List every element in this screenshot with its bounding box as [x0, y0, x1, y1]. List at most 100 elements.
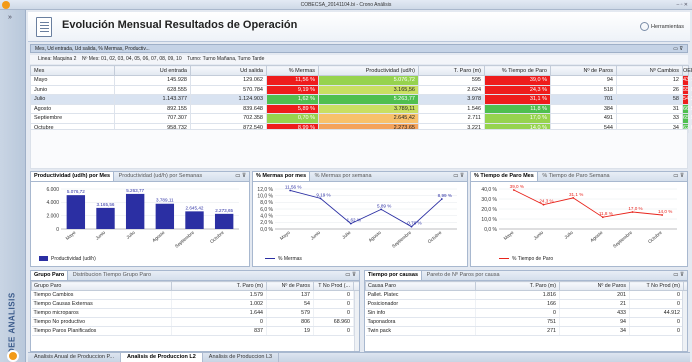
- sidebar-label: OEE ANALISIS: [7, 292, 17, 355]
- column-header[interactable]: T No Prod (...: [313, 281, 354, 291]
- data-point: [631, 211, 634, 213]
- y-tick-label: 40,0 %: [481, 187, 497, 193]
- panel-options-icon[interactable]: ▭ ⊽: [453, 172, 464, 181]
- column-header[interactable]: Ud entrada: [114, 65, 191, 76]
- linea-filter: Linea: Maquina 2: [38, 56, 77, 62]
- table-row[interactable]: Tiempo No productivo 0 806 68.960: [31, 317, 359, 327]
- panel-options-icon[interactable]: ▭ ⊽: [345, 271, 356, 280]
- data-label: 5.076,72: [67, 189, 85, 194]
- tab-mermas-mes[interactable]: % Mermas por mes: [253, 172, 311, 181]
- mermas-tabs: % Mermas por mes % Mermas por semana ▭ ⊽: [253, 172, 467, 182]
- bar: [66, 195, 86, 229]
- table-row[interactable]: Junio 628.555 570.784 9,19 % 3.165,56 2.624 24…: [30, 84, 692, 95]
- table-row[interactable]: Tiempo microparos 1.644 579 0: [31, 308, 359, 318]
- window-controls[interactable]: – ▫ ✕: [676, 0, 688, 10]
- table-cell: 2.624: [418, 84, 485, 95]
- column-header[interactable]: % Tiempo de Paro: [484, 65, 551, 76]
- tab-distribucion-grupo[interactable]: Distribucion Tiempo Grupo Paro: [70, 271, 154, 280]
- column-header[interactable]: Productividad (ud/h): [318, 65, 419, 76]
- causas-scrollbar[interactable]: [682, 291, 687, 351]
- panel-options-icon[interactable]: ▭ ⊽: [235, 172, 246, 181]
- left-sidebar: » OEE ANALISIS: [0, 10, 26, 362]
- mermas-line-chart: 12,0 %10,0 %8,0 %6,0 %4,0 %2,0 %0,0 % 11,…: [257, 184, 457, 249]
- legend-swatch: [39, 256, 48, 262]
- field-filter-bar[interactable]: Mes, Ud entrada, Ud salida, % Mermas, Pr…: [30, 44, 688, 53]
- tools-button[interactable]: Herramientas: [639, 22, 684, 31]
- table-cell: 0: [475, 308, 560, 318]
- table-cell: Tiempo Paros Planificados: [31, 326, 172, 336]
- doc-tab-l2[interactable]: Analisis de Produccion L2: [121, 353, 203, 362]
- collapse-chevron-icon[interactable]: »: [8, 14, 12, 21]
- doc-tab-l3[interactable]: Analisis de Produccion L3: [203, 353, 280, 362]
- header-spacer: [353, 281, 359, 291]
- table-row[interactable]: Posicionador 166 21 0: [365, 299, 687, 309]
- column-header[interactable]: Nº de Paros: [550, 65, 617, 76]
- panel-options-icon[interactable]: ▭ ⊽: [673, 271, 684, 280]
- tab-tiempo-causas[interactable]: Tiempo por causas: [365, 271, 423, 280]
- table-cell: Taponadora: [365, 317, 476, 327]
- tab-grupo-paro[interactable]: Grupo Paro: [31, 271, 69, 280]
- table-cell: 5,89 %: [266, 103, 319, 114]
- tab-pareto-causas[interactable]: Pareto de Nº Paros por causa: [424, 271, 503, 280]
- y-tick-label: 0,0 %: [484, 227, 497, 233]
- table-cell: 839.648: [190, 103, 267, 114]
- table-row[interactable]: Tiempo Causas Externas 1.002 54 0: [31, 299, 359, 309]
- table-cell: 39,0 %: [484, 75, 551, 86]
- column-header[interactable]: OEE: [682, 65, 692, 76]
- legend-swatch: [499, 257, 509, 260]
- column-header[interactable]: T. Paro (m): [475, 281, 560, 291]
- table-row[interactable]: Septiembre 707.307 702.358 0,70 % 2.645,42 2.…: [30, 113, 692, 124]
- report-header: Evolución Mensual Resultados de Operació…: [28, 12, 690, 42]
- y-tick-label: 0,0 %: [260, 227, 273, 233]
- table-cell: 271: [475, 326, 560, 336]
- table-cell: 1.644: [171, 308, 267, 318]
- panel-options-icon[interactable]: ▭ ⊽: [673, 172, 684, 181]
- table-row[interactable]: Taponadora 751 94 0: [365, 317, 687, 327]
- tab-mermas-semana[interactable]: % Mermas por semana: [312, 172, 375, 181]
- table-row[interactable]: Twin pack 271 34 0: [365, 326, 687, 336]
- table-row[interactable]: Pallet. Platec 1.816 201 0: [365, 290, 687, 300]
- grupo-scrollbar[interactable]: [354, 291, 359, 351]
- table-cell: 806: [266, 317, 314, 327]
- table-cell: 201: [559, 290, 630, 300]
- table-cell: 0: [313, 290, 354, 300]
- table-cell: 19: [266, 326, 314, 336]
- table-row[interactable]: Mayo 145.928 129.062 11,56 % 5.076,72 595 39,0…: [30, 75, 692, 86]
- x-tick-label: Julio: [341, 230, 352, 240]
- data-label: 0,70 %: [407, 221, 421, 226]
- table-cell: 0: [629, 317, 684, 327]
- filter-info: Linea: Maquina 2 Nº Mes: 01, 02, 03, 04,…: [30, 55, 688, 64]
- table-row[interactable]: Tiempo Cambios 1.579 137 0: [31, 290, 359, 300]
- table-row[interactable]: Sin info 0 433 44.912: [365, 308, 687, 318]
- doc-tab-anual[interactable]: Analisis Anual de Produccion P...: [28, 353, 122, 362]
- table-row[interactable]: Julio 1.143.377 1.124.903 1,62 % 5.263,77 3.9…: [30, 94, 692, 105]
- table-cell: 628.555: [114, 84, 191, 95]
- table-cell: Twin pack: [365, 326, 476, 336]
- column-header[interactable]: Mes: [30, 65, 115, 76]
- column-header[interactable]: % Mermas: [266, 65, 319, 76]
- column-header[interactable]: Nº de Paros: [559, 281, 630, 291]
- table-row[interactable]: Tiempo Paros Planificados 837 19 0: [31, 326, 359, 336]
- table-row[interactable]: Agosto 892.155 839.648 5,89 % 3.789,11 1.546 1…: [30, 103, 692, 114]
- column-header[interactable]: T. Paro (m): [418, 65, 485, 76]
- filter-panel-icons[interactable]: ▭ ⊽: [673, 45, 683, 53]
- column-header[interactable]: T. Paro (m): [171, 281, 267, 291]
- data-label: 39,0 %: [510, 184, 524, 189]
- column-header[interactable]: Nº Cambios: [616, 65, 683, 76]
- table-cell: Sin info: [365, 308, 476, 318]
- column-header[interactable]: Ud salida: [190, 65, 267, 76]
- tab-productividad-semanas[interactable]: Productividad (ud/h) por Semanas: [116, 172, 205, 181]
- tab-paro-mes[interactable]: % Tiempo de Paro Mes: [471, 172, 538, 181]
- app-menu-icon[interactable]: [7, 350, 19, 362]
- causas-panel: Tiempo por causas Pareto de Nº Paros por…: [364, 270, 688, 352]
- tab-paro-semana[interactable]: % Tiempo de Paro Semana: [539, 172, 612, 181]
- column-header[interactable]: Nº de Paros: [266, 281, 314, 291]
- paro-tabs: % Tiempo de Paro Mes % Tiempo de Paro Se…: [471, 172, 687, 182]
- column-header[interactable]: Causa Paro: [365, 281, 476, 291]
- column-header[interactable]: T No Prod (m): [629, 281, 684, 291]
- table-cell: 0: [313, 308, 354, 318]
- y-tick-label: 30,0 %: [481, 197, 497, 203]
- data-point: [319, 197, 322, 200]
- tab-productividad-mes[interactable]: Productividad (ud/h) por Mes: [31, 172, 115, 181]
- column-header[interactable]: Grupo Paro: [31, 281, 172, 291]
